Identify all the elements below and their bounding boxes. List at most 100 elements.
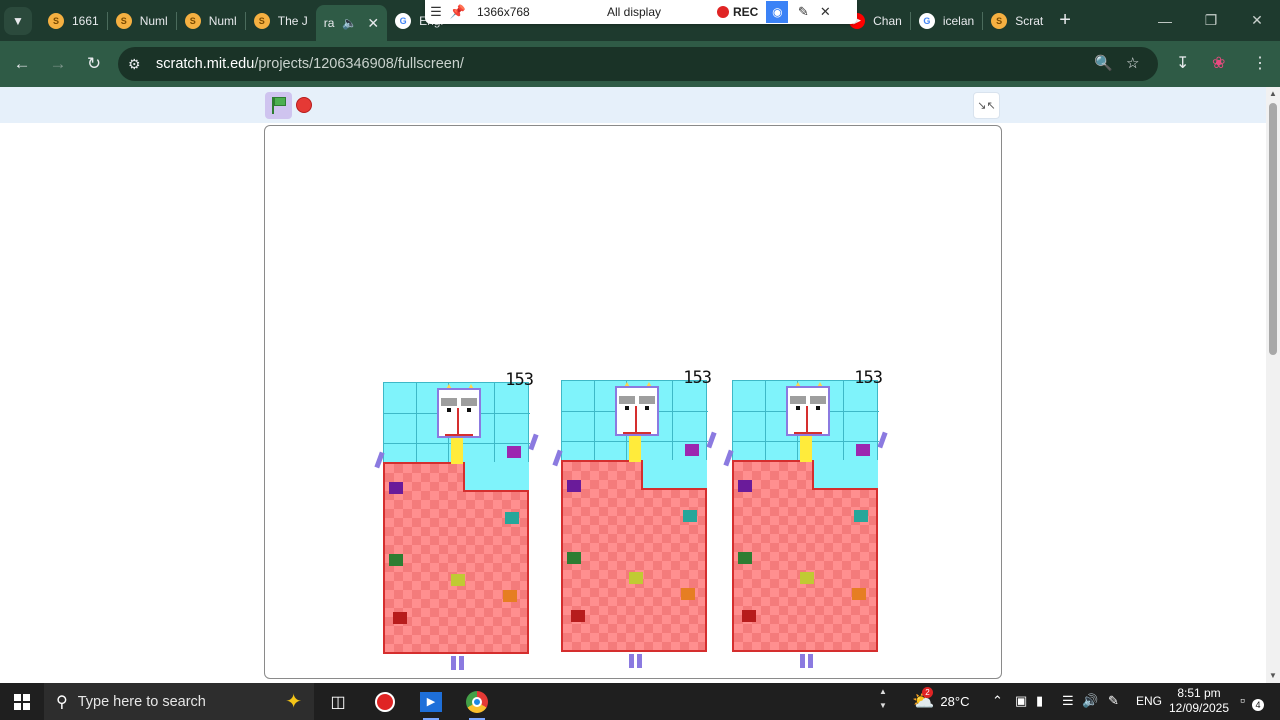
temperature: 28°C xyxy=(940,694,970,709)
purple-block xyxy=(738,480,752,492)
scratch-stage[interactable]: 153 153 153 xyxy=(264,125,1002,679)
close-recorder-icon[interactable]: ✕ xyxy=(814,4,836,20)
reload-icon[interactable]: ↻ xyxy=(80,50,108,78)
recorder-display[interactable]: All display xyxy=(607,5,707,19)
wifi-icon[interactable]: ☰ xyxy=(1062,693,1074,709)
input-language[interactable]: ENG xyxy=(1136,694,1162,708)
sprite-brow xyxy=(790,396,806,404)
notification-center[interactable]: ▫ 4 xyxy=(1240,692,1264,711)
sprite-legs xyxy=(629,654,643,668)
sprite-eye xyxy=(645,406,649,410)
taskbar-search[interactable]: ⚲ Type here to search ✦ xyxy=(44,683,314,720)
speaker-icon[interactable]: 🔈 xyxy=(342,16,357,30)
minimize-icon[interactable]: — xyxy=(1142,0,1188,41)
scroll-down-icon[interactable]: ▼ xyxy=(1268,671,1278,681)
chrome-icon[interactable] xyxy=(461,686,493,720)
sprite-eye xyxy=(467,408,471,412)
bookmark-star-icon[interactable]: ☆ xyxy=(1126,54,1139,72)
tab-3[interactable]: S Numl xyxy=(177,5,245,37)
sprite-nose xyxy=(806,406,808,432)
sprite-eye xyxy=(447,408,451,412)
url-text[interactable]: scratch.mit.edu/projects/1206346908/full… xyxy=(156,56,464,72)
sprite-neck xyxy=(800,436,812,462)
page-scrollbar[interactable]: ▲ ▼ xyxy=(1266,87,1280,683)
scroll-up-icon[interactable]: ▲ xyxy=(1268,89,1278,99)
green-flag-button[interactable] xyxy=(265,92,292,119)
sprite-legs xyxy=(451,656,465,670)
show-hidden-icons-icon[interactable]: ⌃ xyxy=(992,693,1003,709)
scratch-icon: S xyxy=(48,12,64,29)
orange-block xyxy=(503,590,517,602)
pen-icon[interactable]: ✎ xyxy=(792,4,814,20)
media-player-icon[interactable]: ▶ xyxy=(415,686,447,720)
restore-icon[interactable]: ❐ xyxy=(1188,0,1234,41)
weather-icon: ⛅ 2 xyxy=(912,687,935,711)
back-icon[interactable]: ← xyxy=(8,50,36,78)
tab-label: ra xyxy=(323,16,335,30)
battery-icon[interactable]: ▮ xyxy=(1036,693,1043,709)
rec-label[interactable]: REC xyxy=(733,5,758,19)
address-bar[interactable]: ⚙ scratch.mit.edu/projects/1206346908/fu… xyxy=(118,47,1158,81)
system-clock[interactable]: 8:51 pm 12/09/2025 xyxy=(1168,686,1230,716)
exit-fullscreen-icon[interactable]: ↘↖ xyxy=(973,92,1000,119)
record-dot-icon[interactable] xyxy=(717,6,729,18)
stop-button[interactable] xyxy=(296,97,312,113)
numberblock-sprite[interactable]: 153 xyxy=(374,370,539,678)
green-flag-icon xyxy=(274,97,286,106)
teal-block xyxy=(683,510,697,522)
pin-icon[interactable]: 📌 xyxy=(447,4,469,20)
download-icon[interactable]: ↧ xyxy=(1176,53,1189,73)
sprite-brow xyxy=(810,396,826,404)
tab-9[interactable]: S Scrat xyxy=(983,5,1051,37)
sprite-face xyxy=(437,388,481,438)
sprite-neck xyxy=(451,438,463,464)
sprite-brow xyxy=(461,398,477,406)
weather-widget[interactable]: ⛅ 2 28°C xyxy=(912,683,969,720)
sprite-mouth xyxy=(623,432,651,434)
tab-label: Numl xyxy=(139,13,168,28)
pen-workspace-icon[interactable]: ✎ xyxy=(1108,693,1119,709)
site-info-icon[interactable]: ⚙ xyxy=(128,56,150,73)
tab-active[interactable]: ra 🔈 ✕ xyxy=(315,5,388,41)
yellow-block xyxy=(629,572,643,584)
close-window-icon[interactable]: ✕ xyxy=(1234,0,1280,41)
numberblock-sprite[interactable]: 153 xyxy=(723,368,888,678)
yellow-block xyxy=(451,574,465,586)
start-button[interactable] xyxy=(0,683,44,720)
numberblock-sprite[interactable]: 153 xyxy=(552,368,717,678)
scrollbar-thumb[interactable] xyxy=(1269,103,1277,355)
sprite-brow xyxy=(441,398,457,406)
profile-avatar[interactable]: ❀ xyxy=(1212,53,1225,73)
google-icon: G xyxy=(918,12,935,29)
sparkle-icon[interactable]: ✦ xyxy=(285,689,302,714)
purple-block xyxy=(567,480,581,492)
close-tab-icon[interactable]: ✕ xyxy=(367,15,379,32)
camera-icon[interactable]: ◉ xyxy=(766,1,789,23)
tab-search-button[interactable]: ▼ xyxy=(4,6,32,35)
tab-1[interactable]: S 1661 xyxy=(40,5,107,37)
zoom-icon[interactable]: 🔍 xyxy=(1094,54,1113,72)
notification-icon: ▫ xyxy=(1240,692,1245,708)
recorder-app-icon[interactable] xyxy=(369,686,401,718)
scratch-icon: S xyxy=(253,12,270,29)
tab-4[interactable]: S The J xyxy=(246,5,316,37)
new-tab-button[interactable]: + xyxy=(1059,9,1071,32)
forward-icon[interactable]: → xyxy=(44,50,72,78)
tab-2[interactable]: S Numl xyxy=(108,5,176,37)
task-view-icon[interactable]: ◫ xyxy=(322,686,354,718)
sprite-mouth xyxy=(794,432,822,434)
kebab-menu-icon[interactable]: ⋮ xyxy=(1252,53,1268,73)
green-block xyxy=(738,552,752,564)
taskbar-scroll-arrows[interactable]: ▲ ▼ xyxy=(876,685,890,713)
scratch-controls-bar: ↘↖ xyxy=(0,87,1266,123)
teal-block xyxy=(854,510,868,522)
magenta-block xyxy=(685,444,699,456)
google-icon: G xyxy=(395,12,412,29)
tab-8[interactable]: Gicelan xyxy=(911,5,982,37)
meet-now-icon[interactable]: ▣ xyxy=(1015,693,1027,709)
search-icon: ⚲ xyxy=(56,693,68,711)
volume-icon[interactable]: 🔊 xyxy=(1082,693,1098,709)
sprite-notch xyxy=(463,462,529,492)
sprite-arm xyxy=(877,431,888,449)
menu-icon[interactable]: ☰ xyxy=(425,4,447,20)
